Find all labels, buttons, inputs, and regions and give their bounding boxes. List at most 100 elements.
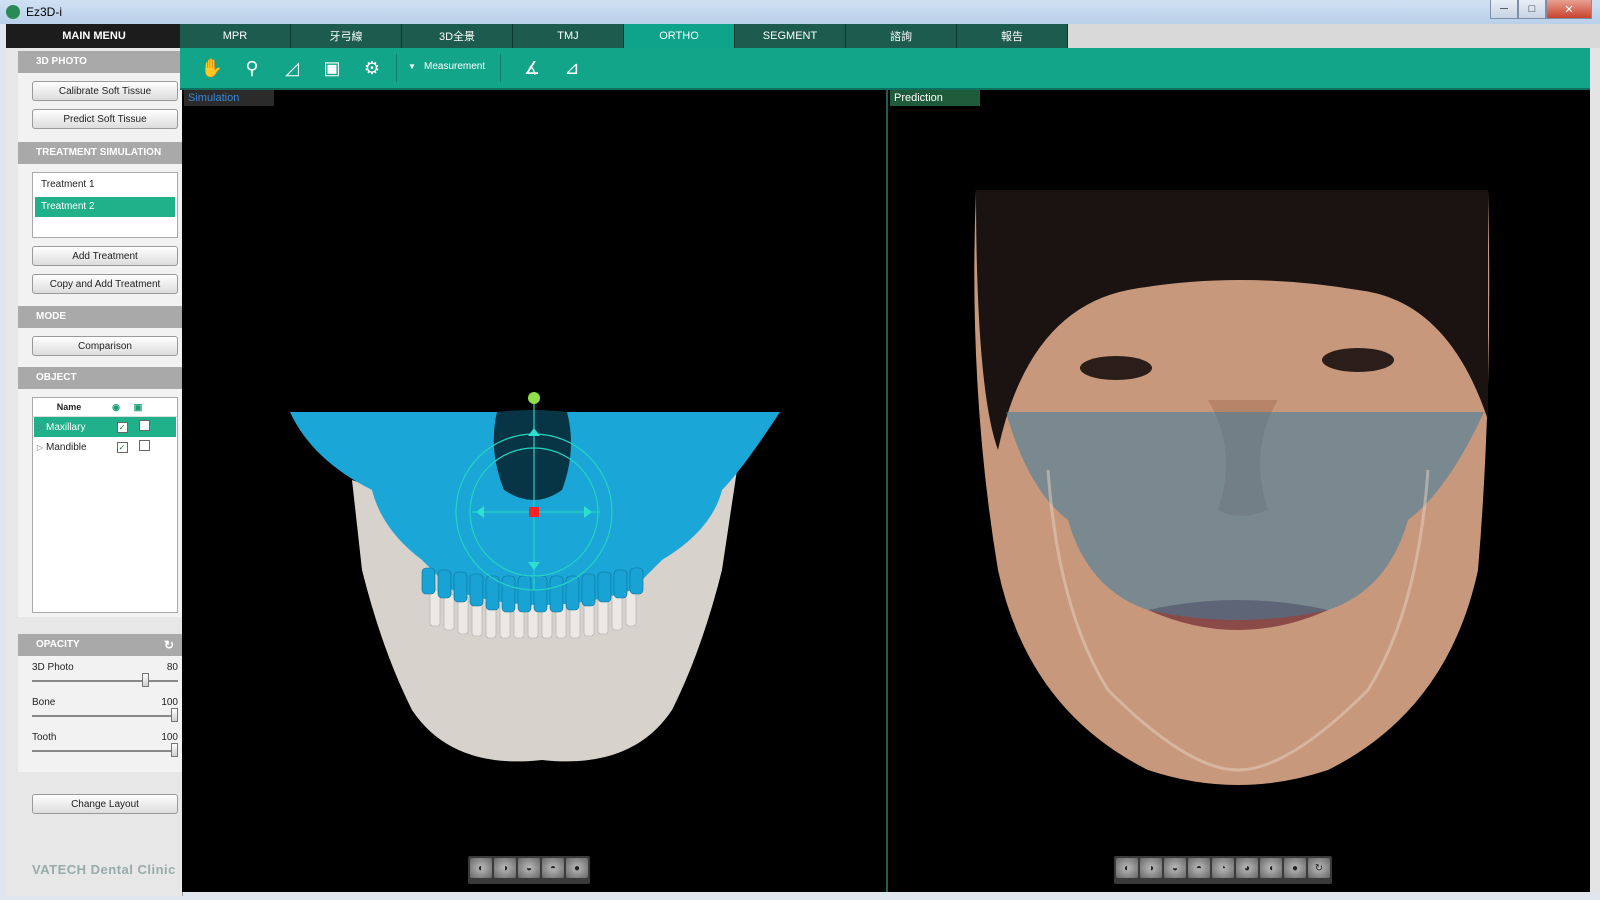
- treatment-list-item-selected[interactable]: Treatment 2: [35, 197, 175, 217]
- visibility-column-icon[interactable]: ◉: [105, 402, 127, 413]
- window-titlebar: Ez3D-i ─ □ ✕: [0, 0, 1600, 24]
- camera-icon[interactable]: ▣: [320, 56, 344, 80]
- view-bottom-icon[interactable]: ●: [566, 858, 588, 878]
- prediction-viewport[interactable]: Prediction ◐ ◑ ◒ ◓ ◔ ◕ ◖ ● ↻: [888, 90, 1590, 892]
- slider-thumb[interactable]: [142, 673, 149, 687]
- change-layout-button[interactable]: Change Layout: [32, 794, 178, 814]
- slider-value: 100: [161, 732, 178, 743]
- view-top-icon[interactable]: ◓: [1188, 858, 1210, 878]
- section-3d-photo-header: 3D PHOTO: [18, 51, 182, 73]
- module-tab-bar: MPR 牙弓線 3D全景 TMJ ORTHO SEGMENT 諮詢 報告: [180, 24, 1600, 48]
- distance-measure-icon[interactable]: ⊿: [560, 56, 584, 80]
- view-top-icon[interactable]: ◓: [542, 858, 564, 878]
- toolbar: ✋ ⚲ ◿ ▣ ⚙ ▼ Measurement ∡ ⊿: [180, 48, 1590, 90]
- minimize-button[interactable]: ─: [1490, 0, 1518, 19]
- predict-soft-tissue-button[interactable]: Predict Soft Tissue: [32, 109, 178, 129]
- opacity-slider-3d-photo: 3D Photo 80: [32, 662, 178, 690]
- lock-checkbox[interactable]: [138, 420, 150, 431]
- treatment-list: Treatment 1 Treatment 2: [32, 172, 178, 238]
- object-name: Maxillary: [46, 421, 86, 433]
- calibrate-soft-tissue-button[interactable]: Calibrate Soft Tissue: [32, 81, 178, 101]
- visibility-checkbox[interactable]: ✓: [116, 421, 128, 433]
- vatech-logo: VATECH Dental Clinic: [32, 862, 176, 877]
- view-front-icon[interactable]: ◐: [470, 858, 492, 878]
- face-render[interactable]: [888, 90, 1590, 892]
- slider-value: 100: [161, 697, 178, 708]
- tab-tmj[interactable]: TMJ: [513, 24, 624, 48]
- right-eye: [1322, 348, 1394, 372]
- dropdown-arrow-icon[interactable]: ▼: [408, 62, 416, 71]
- maximize-button[interactable]: □: [1518, 0, 1546, 19]
- treatment-list-item[interactable]: Treatment 1: [35, 175, 175, 195]
- view-oblique-icon[interactable]: ◕: [1236, 858, 1258, 878]
- visibility-checkbox[interactable]: ✓: [116, 441, 128, 453]
- tab-arch-line[interactable]: 牙弓線: [291, 24, 402, 48]
- layout-area: Change Layout: [18, 772, 182, 896]
- view-bottom-icon[interactable]: ◔: [1212, 858, 1234, 878]
- slider-value: 80: [166, 662, 178, 673]
- toolbar-separator: [396, 54, 397, 82]
- object-settings-icon[interactable]: ⚙: [360, 56, 384, 80]
- view-reset-icon[interactable]: ●: [1284, 858, 1306, 878]
- tab-ortho[interactable]: ORTHO: [624, 24, 735, 48]
- view-front-icon[interactable]: ◐: [1116, 858, 1138, 878]
- tab-consultation[interactable]: 諮詢: [846, 24, 957, 48]
- measurement-dropdown[interactable]: Measurement: [424, 61, 485, 72]
- object-name: Mandible: [46, 441, 87, 453]
- section-mode-body: Comparison: [18, 328, 182, 368]
- object-list-header: Name ◉ ▣: [33, 398, 177, 417]
- view-left-icon[interactable]: ◑: [494, 858, 516, 878]
- slider-track[interactable]: [32, 750, 178, 752]
- slider-track[interactable]: [32, 680, 178, 682]
- app-icon: [6, 5, 20, 19]
- view-right-icon[interactable]: ◒: [518, 858, 540, 878]
- reset-opacity-icon[interactable]: ↻: [164, 634, 174, 656]
- left-panel: MAIN MENU 3D PHOTO Calibrate Soft Tissue…: [6, 24, 183, 896]
- lock-checkbox[interactable]: [138, 440, 150, 451]
- expand-arrow-icon[interactable]: ▷: [34, 423, 46, 432]
- view-right-icon[interactable]: ◒: [1164, 858, 1186, 878]
- tab-segment[interactable]: SEGMENT: [735, 24, 846, 48]
- expand-arrow-icon[interactable]: ▷: [34, 443, 46, 452]
- tab-3d-panorama[interactable]: 3D全景: [402, 24, 513, 48]
- object-row-mandible[interactable]: ▷ Mandible ✓: [34, 437, 176, 457]
- rotation-handle[interactable]: [528, 392, 540, 404]
- slider-track[interactable]: [32, 715, 178, 717]
- opacity-title: OPACITY: [36, 639, 80, 650]
- section-treatment-body: Treatment 1 Treatment 2 Add Treatment Co…: [18, 164, 182, 324]
- rotate-view-icon[interactable]: ↻: [1308, 858, 1330, 878]
- slider-thumb[interactable]: [171, 743, 178, 757]
- lock-column-icon[interactable]: ▣: [127, 402, 149, 413]
- section-object-header: OBJECT: [18, 367, 182, 389]
- ruler-triangle-icon[interactable]: ◿: [280, 56, 304, 80]
- skull-render[interactable]: [182, 90, 886, 892]
- view-back-icon[interactable]: ◖: [1260, 858, 1282, 878]
- slider-thumb[interactable]: [171, 708, 178, 722]
- section-mode-header: MODE: [18, 306, 182, 328]
- pan-hand-icon[interactable]: ✋: [200, 56, 224, 80]
- object-list: Name ◉ ▣ ▷ Maxillary ✓ ▷ Mandible ✓: [32, 397, 178, 613]
- object-row-maxillary[interactable]: ▷ Maxillary ✓: [34, 417, 176, 437]
- section-opacity-body: 3D Photo 80 Bone 100 Tooth 100: [18, 656, 182, 774]
- gizmo-center-handle[interactable]: [529, 507, 539, 517]
- view-left-icon[interactable]: ◑: [1140, 858, 1162, 878]
- simulation-viewport[interactable]: Simulation ◐ ◑ ◒ ◓ ●: [182, 90, 886, 892]
- section-opacity-header: OPACITY ↻: [18, 634, 182, 656]
- close-button[interactable]: ✕: [1546, 0, 1592, 19]
- copy-and-add-treatment-button[interactable]: Copy and Add Treatment: [32, 274, 178, 294]
- slider-label: Bone: [32, 697, 56, 708]
- object-name-column: Name: [56, 402, 82, 412]
- angle-measure-icon[interactable]: ∡: [520, 56, 544, 80]
- tab-report[interactable]: 報告: [957, 24, 1068, 48]
- comparison-button[interactable]: Comparison: [32, 336, 178, 356]
- left-eye: [1080, 356, 1152, 380]
- add-treatment-button[interactable]: Add Treatment: [32, 246, 178, 266]
- right-scroll-strip: [1590, 48, 1600, 892]
- zoom-magnifier-icon[interactable]: ⚲: [240, 56, 264, 80]
- opacity-slider-tooth: Tooth 100: [32, 732, 178, 760]
- simulation-view-buttons: ◐ ◑ ◒ ◓ ●: [468, 856, 590, 884]
- prediction-view-buttons: ◐ ◑ ◒ ◓ ◔ ◕ ◖ ● ↻: [1114, 856, 1332, 884]
- main-menu-header[interactable]: MAIN MENU: [6, 24, 182, 48]
- tab-mpr[interactable]: MPR: [180, 24, 291, 48]
- window-controls: ─ □ ✕: [1490, 0, 1592, 19]
